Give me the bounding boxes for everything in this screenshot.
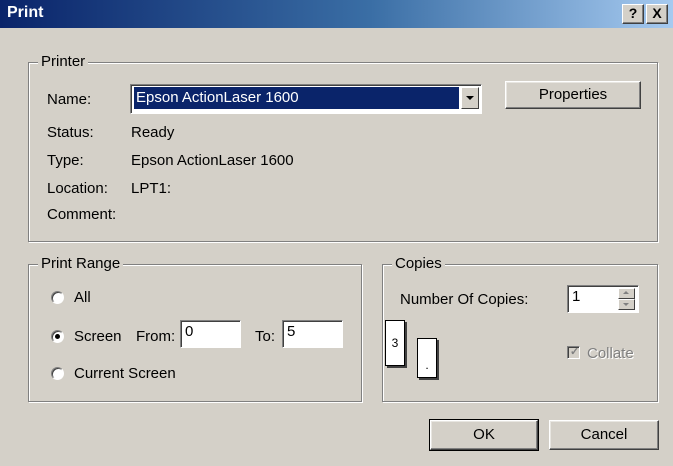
- location-value: LPT1:: [131, 180, 172, 197]
- printer-name-select[interactable]: Epson ActionLaser 1600: [130, 84, 482, 114]
- collate-label[interactable]: Collate: [587, 345, 634, 363]
- number-of-copies-label: Number Of Copies:: [400, 291, 529, 308]
- help-button[interactable]: ?: [622, 4, 644, 24]
- spin-down-icon[interactable]: [618, 299, 635, 310]
- ok-button[interactable]: OK: [429, 419, 539, 451]
- printer-name-value: Epson ActionLaser 1600: [134, 87, 459, 109]
- spin-up-icon[interactable]: [618, 288, 635, 299]
- cancel-button[interactable]: Cancel: [549, 420, 659, 450]
- radio-screen-label[interactable]: Screen: [74, 328, 122, 346]
- radio-all-label[interactable]: All: [74, 289, 91, 307]
- printer-group-label: Printer: [38, 53, 89, 71]
- window-title: Print: [7, 4, 44, 21]
- radio-current-screen[interactable]: [51, 367, 64, 380]
- chevron-down-icon[interactable]: [461, 87, 479, 109]
- collate-preview-page-front: .: [417, 338, 437, 378]
- close-button[interactable]: X: [646, 4, 668, 24]
- type-value: Epson ActionLaser 1600: [131, 152, 294, 169]
- title-bar[interactable]: Print ? X: [0, 0, 673, 28]
- collate-checkbox[interactable]: ✓: [567, 346, 580, 359]
- from-label: From:: [136, 328, 176, 345]
- properties-button[interactable]: Properties: [505, 81, 641, 109]
- comment-label: Comment:: [47, 206, 117, 223]
- copies-group-label: Copies: [392, 255, 445, 273]
- to-label: To:: [255, 328, 276, 345]
- from-input[interactable]: 0: [180, 320, 241, 348]
- radio-current-screen-label[interactable]: Current Screen: [74, 365, 176, 383]
- radio-screen[interactable]: [51, 330, 64, 343]
- to-input[interactable]: 5: [282, 320, 343, 348]
- copies-value: 1: [572, 288, 581, 305]
- type-label: Type:: [47, 152, 84, 169]
- collate-preview-page-back: 3: [385, 320, 405, 366]
- printer-name-label: Name:: [47, 91, 92, 108]
- status-label: Status:: [47, 124, 94, 141]
- checkmark-icon: ✓: [570, 346, 580, 358]
- radio-all[interactable]: [51, 291, 64, 304]
- print-dialog: Print ? X Printer Name: Epson ActionLase…: [0, 0, 673, 466]
- location-label: Location:: [47, 180, 108, 197]
- print-range-group-label: Print Range: [38, 255, 124, 273]
- status-value: Ready: [131, 124, 175, 141]
